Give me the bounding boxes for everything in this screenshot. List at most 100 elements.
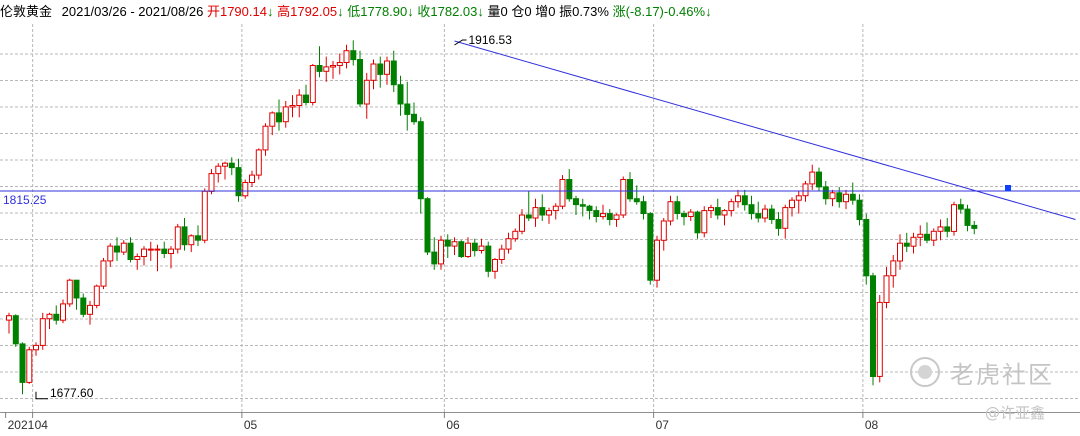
candle (404, 81, 411, 131)
candle (431, 237, 438, 270)
candle-body (910, 236, 917, 247)
candle-body (262, 125, 269, 151)
candle (924, 222, 930, 244)
candle-body (694, 211, 701, 234)
candle (856, 194, 863, 226)
candle-body (660, 220, 667, 241)
candle (465, 237, 471, 258)
candle (795, 191, 802, 214)
candle-body (728, 201, 735, 212)
high-value: 1792.05 (290, 4, 338, 19)
candle (222, 161, 228, 180)
candle (876, 295, 883, 383)
candle (46, 312, 53, 330)
candle (181, 218, 188, 251)
candle (843, 189, 849, 210)
candle (600, 204, 606, 220)
candle-body (215, 165, 222, 175)
candle (323, 56, 330, 82)
candle-body (276, 112, 282, 123)
candle (654, 235, 660, 288)
candle (539, 194, 546, 221)
change-value: 涨(-8.17)-0.46% (612, 4, 706, 19)
candle-body (552, 205, 559, 212)
candle-body (458, 241, 465, 257)
candle-body (26, 349, 33, 383)
candle-body (255, 149, 262, 176)
trendline-marker (1005, 185, 1011, 191)
candle (350, 40, 357, 66)
candle (741, 189, 748, 211)
candle-body (39, 318, 46, 346)
candle (762, 204, 768, 223)
candles (6, 40, 978, 395)
candle-body (141, 248, 147, 258)
candle-body (579, 204, 586, 207)
x-axis: 2021 04 05 06 07 08 (0, 412, 1080, 432)
candle-body (755, 213, 762, 219)
candle-body (6, 315, 12, 321)
candle (789, 197, 795, 217)
amplitude-value: 振0.73% (559, 4, 609, 19)
candle (6, 312, 12, 334)
candle-body (478, 245, 485, 252)
grid-lines (0, 24, 1080, 412)
candle (161, 241, 168, 258)
candle-body (282, 106, 289, 123)
increase-value: 增0 (535, 4, 556, 19)
candle-body (654, 239, 660, 281)
candle-body (870, 275, 876, 377)
watermark-brand: 老虎社区 (910, 357, 1078, 389)
low-annotation-leader (35, 391, 48, 400)
candle-body (897, 242, 903, 262)
candle (262, 123, 269, 156)
candle-body (451, 241, 458, 247)
candle (647, 212, 654, 285)
candle-body (87, 304, 93, 315)
low-arrow: ↓ (407, 4, 414, 19)
candle (438, 235, 444, 270)
candle (559, 175, 566, 210)
watermark-author: @许亚鑫 (985, 404, 1046, 422)
candle-body (370, 63, 377, 81)
candle (708, 204, 714, 218)
candle (174, 223, 181, 254)
candle (552, 203, 559, 220)
candle-body (721, 210, 728, 216)
candle (411, 102, 417, 125)
candle (620, 176, 627, 218)
candle (114, 237, 120, 261)
candle (60, 299, 66, 324)
candle (417, 117, 424, 214)
candle (728, 198, 735, 217)
candle (613, 213, 620, 227)
candle (667, 195, 674, 226)
tiger-logo-icon (910, 357, 940, 387)
candle-body (33, 344, 39, 351)
candle (971, 221, 978, 235)
candle (316, 46, 323, 78)
low-label: 低 (347, 4, 361, 19)
candle (627, 172, 633, 202)
candle (836, 186, 843, 208)
candle-body (465, 242, 471, 257)
candle (951, 201, 957, 236)
date-range: 2021/03/26 - 2021/08/26 (61, 4, 204, 19)
low-value: 1778.90 (360, 4, 408, 19)
candle-body (795, 195, 802, 201)
candle (201, 188, 208, 244)
candle-body (114, 245, 120, 253)
candle-body (593, 210, 600, 218)
candle (640, 195, 647, 220)
quote-header: 伦敦黄金 2021/03/26 - 2021/08/26 开1790.14↓ 高… (0, 0, 1080, 24)
open-label: 开 (206, 4, 220, 19)
open-arrow: ↓ (266, 4, 274, 19)
candle (269, 111, 276, 136)
high-annotation-label: 1916.53 (469, 33, 513, 47)
candle (606, 209, 613, 226)
low-annotation-label: 1677.60 (50, 386, 94, 400)
candle-body (350, 50, 357, 61)
candle-body (620, 179, 627, 216)
candle (215, 163, 222, 183)
candle-body (903, 242, 910, 247)
